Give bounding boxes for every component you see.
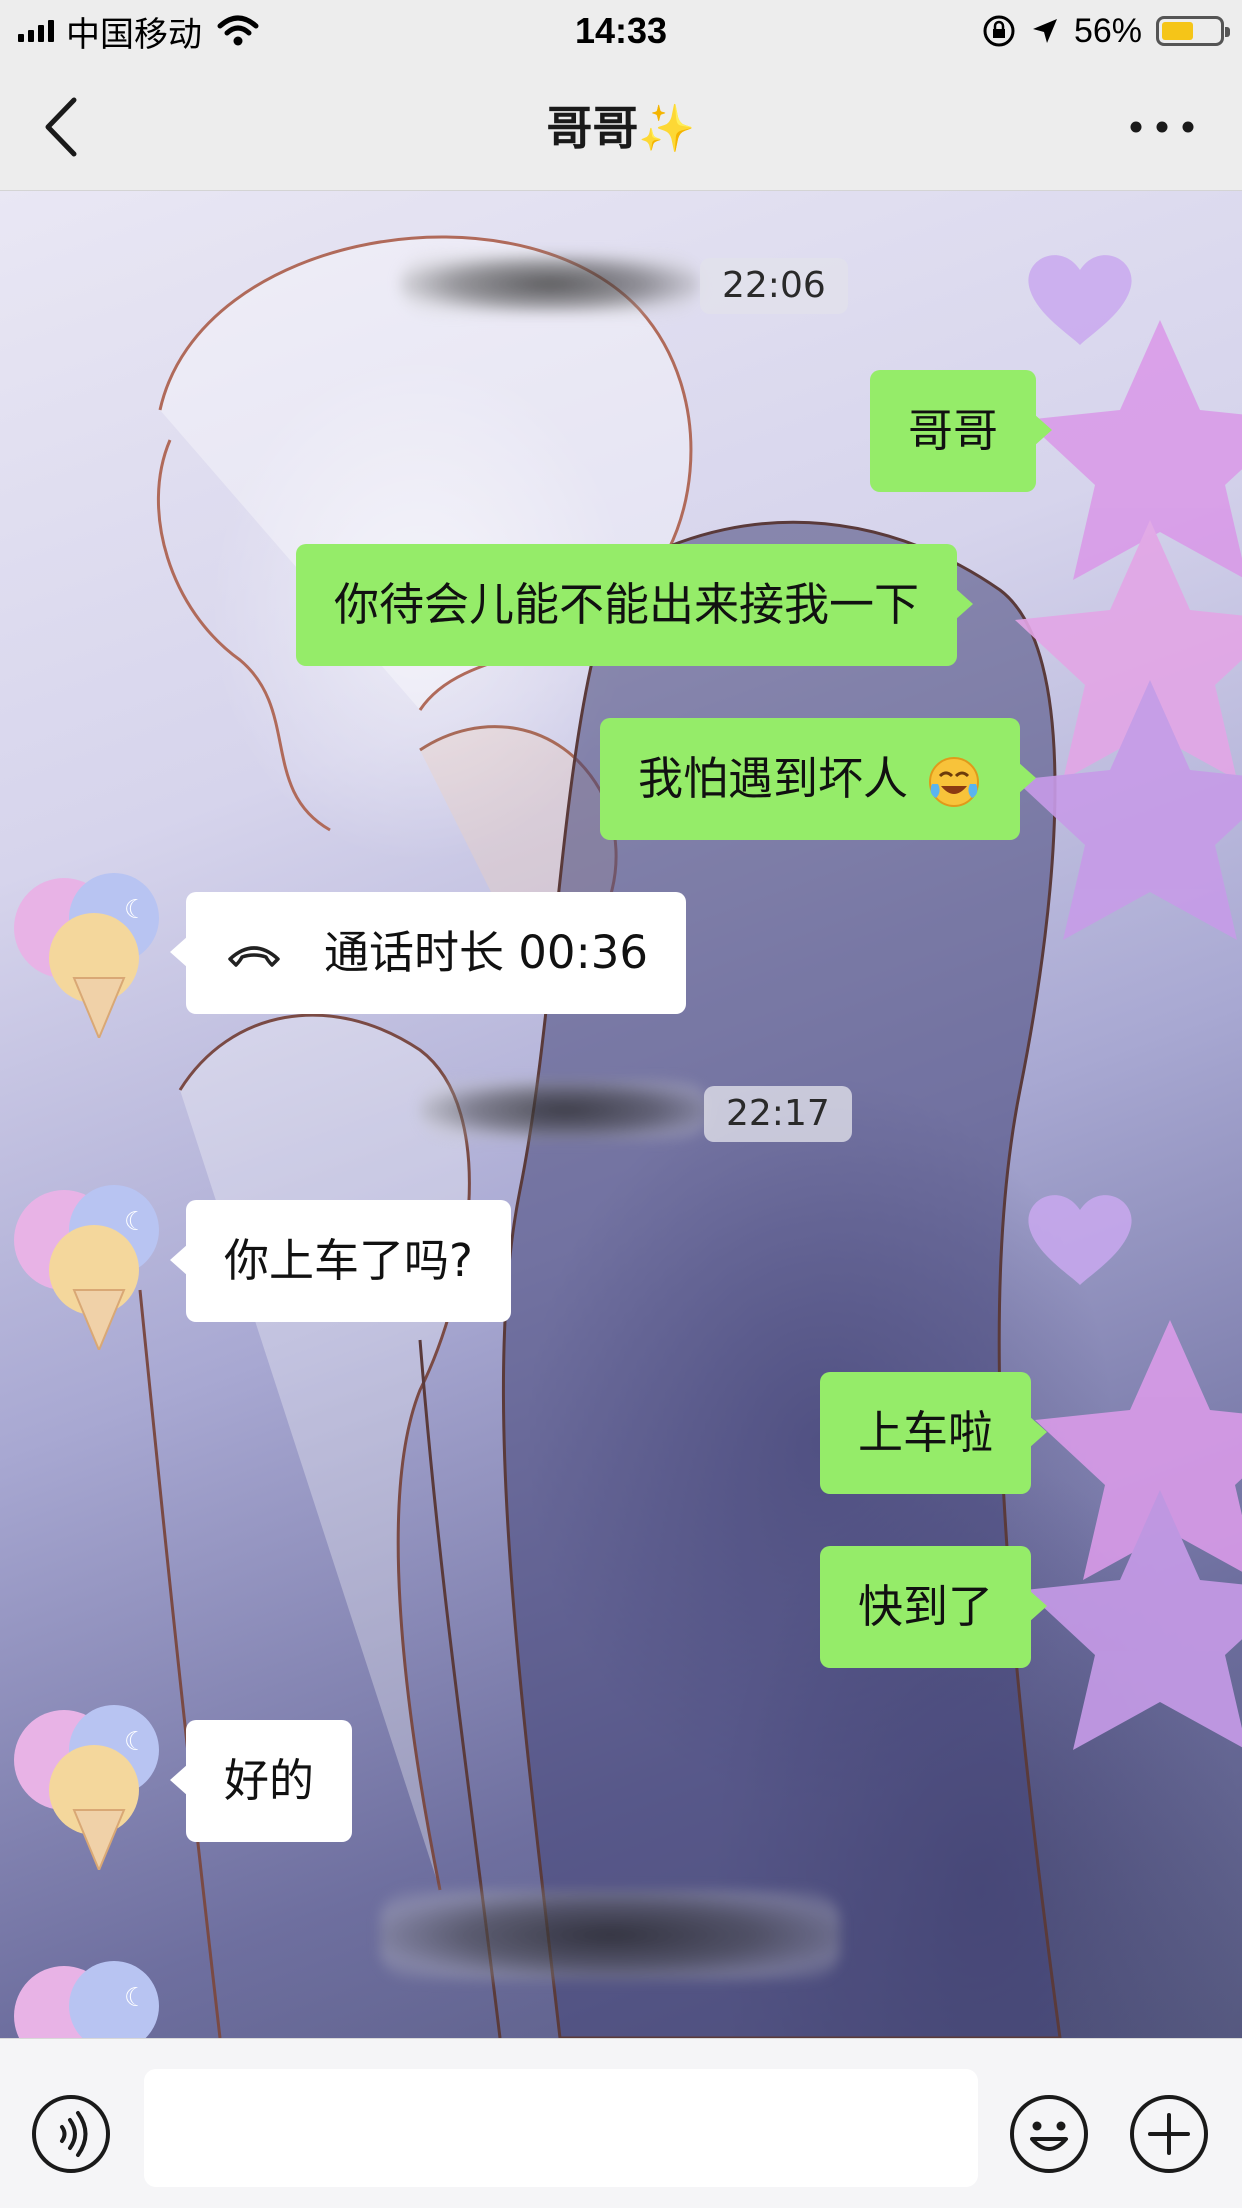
plus-icon[interactable] (1128, 2093, 1210, 2175)
chat-screen: 中国移动 14:33 56% 哥哥✨ 22:06 哥哥 你待会儿能不能出来接我一… (0, 0, 1242, 2208)
battery-icon (1156, 16, 1230, 46)
message-list[interactable]: 22:06 哥哥 你待会儿能不能出来接我一下 我怕遇到坏人 ☾ 通话时长 00:… (0, 190, 1242, 2066)
redacted-smudge (420, 1080, 710, 1140)
contact-avatar[interactable]: ☾ (4, 1160, 184, 1353)
location-icon (1032, 19, 1057, 43)
call-record-message[interactable]: 通话时长 00:36 (170, 892, 686, 1014)
chat-title: 哥哥✨ (546, 101, 696, 155)
voice-icon[interactable] (30, 2093, 112, 2175)
message-input[interactable] (144, 2069, 978, 2187)
contact-avatar[interactable]: ☾ (4, 848, 184, 1041)
svg-text:☾: ☾ (124, 895, 147, 925)
sent-message[interactable]: 我怕遇到坏人 (600, 718, 1037, 840)
timestamp: 22:17 (704, 1086, 852, 1142)
received-message[interactable]: 好的 (169, 1720, 353, 1842)
orientation-lock-icon (983, 15, 1015, 47)
ice-cream-avatar-image: ☾ (14, 1705, 159, 1873)
message-text: 我怕遇到坏人 (638, 752, 909, 805)
ice-cream-avatar-image: ☾ (14, 1185, 159, 1353)
navigation-bar: 哥哥✨ (0, 62, 1242, 191)
call-duration: 通话时长 00:36 (324, 926, 648, 979)
status-bar: 中国移动 14:33 56% (0, 0, 1242, 62)
sent-message[interactable]: 哥哥 (870, 370, 1053, 492)
phone-hangup-icon (228, 946, 280, 967)
status-right: 56% (982, 8, 1230, 54)
battery-percent: 56% (1073, 11, 1142, 50)
svg-text:☾: ☾ (124, 1207, 147, 1237)
redacted-smudge (380, 1890, 840, 1980)
sent-message[interactable]: 快到了 (820, 1546, 1048, 1668)
timestamp: 22:06 (700, 258, 848, 314)
redacted-smudge (400, 254, 700, 314)
emoji-icon[interactable] (1008, 2093, 1090, 2175)
battery-level (1162, 22, 1193, 40)
received-message[interactable]: 你上车了吗? (170, 1200, 511, 1322)
sent-message[interactable]: 你待会儿能不能出来接我一下 (296, 544, 974, 666)
ice-cream-avatar-image: ☾ (14, 873, 159, 1041)
ice-cream-avatar-image: ☾ (14, 1961, 159, 2066)
more-icon[interactable] (1122, 102, 1202, 152)
face-with-tears-of-joy-icon (929, 757, 980, 807)
sent-message[interactable]: 上车啦 (820, 1372, 1048, 1494)
svg-text:☾: ☾ (124, 1727, 147, 1757)
contact-avatar[interactable]: ☾ (4, 1680, 184, 1873)
input-bar (0, 2038, 1242, 2208)
svg-text:☾: ☾ (124, 1983, 147, 2013)
